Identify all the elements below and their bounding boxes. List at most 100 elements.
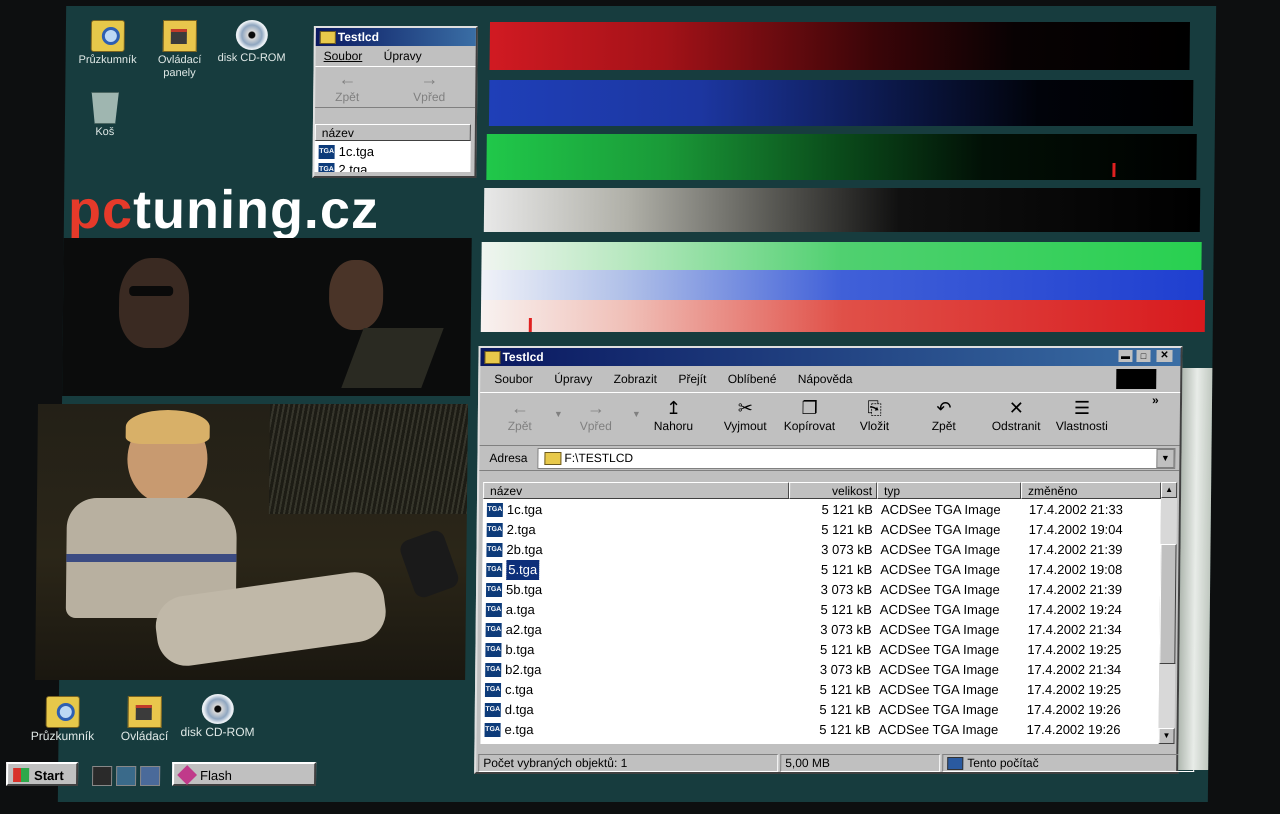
- status-size: 5,00 MB: [780, 754, 941, 772]
- delete-button[interactable]: ✕ Odstranit: [992, 397, 1041, 433]
- desktop-icon-recycle-bin[interactable]: Koš: [69, 92, 141, 139]
- scroll-thumb[interactable]: [1159, 544, 1177, 664]
- file-type: ACDSee TGA Image: [878, 682, 999, 697]
- side-strip: [1178, 368, 1213, 770]
- forward-button[interactable]: → Vpřed: [413, 68, 445, 104]
- menu-napoveda[interactable]: Nápověda: [798, 372, 853, 386]
- file-name: 2b.tga: [506, 542, 543, 557]
- list-item[interactable]: TGA 1c.tga: [315, 142, 471, 162]
- folder-icon: [544, 452, 562, 465]
- back-dropdown[interactable]: ▼: [554, 409, 563, 419]
- table-row[interactable]: TGA a2.tga 3 073 kB ACDSee TGA Image 17.4.20…: [482, 620, 1160, 640]
- tga-file-icon: TGA: [486, 563, 503, 577]
- file-modified: 17.4.2002 21:33: [1028, 502, 1123, 517]
- table-row[interactable]: TGA e.tga 5 121 kB ACDSee TGA Image 17.4.200…: [480, 720, 1158, 740]
- back-button[interactable]: ← Zpět: [508, 397, 532, 433]
- menu-soubor[interactable]: Soubor: [494, 372, 533, 386]
- list-item[interactable]: TGA 2.tga: [314, 160, 470, 172]
- desktop-icon-control-panel-bottom[interactable]: Ovládací: [104, 696, 185, 744]
- table-row[interactable]: TGA b.tga 5 121 kB ACDSee TGA Image 17.4.200…: [481, 640, 1159, 660]
- table-row[interactable]: TGA d.tga 5 121 kB ACDSee TGA Image 17.4.200…: [481, 700, 1159, 720]
- copy-button[interactable]: ❐ Kopírovat: [784, 397, 836, 433]
- file-size: 5 121 kB: [820, 602, 872, 617]
- quick-launch-icon[interactable]: [139, 766, 161, 786]
- desktop-icon-cd-rom[interactable]: disk CD-ROM: [216, 20, 288, 65]
- minimize-button[interactable]: ▬: [1118, 350, 1133, 362]
- scroll-up-icon[interactable]: ▲: [1161, 482, 1178, 498]
- explorer-icon: [45, 696, 80, 728]
- menu-upravy[interactable]: Úpravy: [554, 372, 592, 386]
- file-name: 5b.tga: [505, 582, 543, 597]
- up-button[interactable]: ↥ Nahoru: [654, 397, 694, 433]
- forward-dropdown[interactable]: ▼: [632, 409, 641, 419]
- tga-file-icon: TGA: [318, 163, 335, 172]
- table-row[interactable]: TGA 2.tga 5 121 kB ACDSee TGA Image 17.4.200…: [483, 520, 1161, 540]
- file-name: a2.tga: [505, 622, 542, 637]
- arrow-right-icon: →: [586, 398, 606, 418]
- column-header-size[interactable]: velikost: [789, 482, 878, 499]
- red-gradient-bar: [489, 22, 1191, 70]
- recycle-bin-icon: [88, 92, 122, 124]
- file-type: ACDSee TGA Image: [880, 562, 1001, 577]
- file-type: ACDSee TGA Image: [879, 642, 1000, 657]
- desktop: Průzkumník Ovládací panely disk CD-ROM K…: [5, 6, 1217, 802]
- file-list[interactable]: název velikost typ změněno TGA 1c.tga 5 12…: [480, 482, 1162, 744]
- paste-button[interactable]: ⎘ Vložit: [860, 397, 890, 433]
- table-row[interactable]: TGA a.tga 5 121 kB ACDSee TGA Image 17.4.200…: [482, 600, 1160, 620]
- small-explorer-window[interactable]: Testlcd Soubor Úpravy ← Zpět → Vpřed náz…: [312, 26, 478, 178]
- properties-button[interactable]: ☰ Vlastnosti: [1056, 397, 1108, 433]
- undo-button[interactable]: ↶ Zpět: [932, 397, 956, 433]
- forward-button[interactable]: → Vpřed: [580, 397, 612, 433]
- menu-upravy[interactable]: Úpravy: [384, 49, 422, 63]
- status-selected: Počet vybraných objektů: 1: [478, 754, 779, 772]
- table-row[interactable]: TGA 1c.tga 5 121 kB ACDSee TGA Image 17.4.20…: [483, 500, 1161, 520]
- undo-icon: ↶: [936, 398, 952, 418]
- explorer-icon: [90, 20, 126, 52]
- column-header-name[interactable]: název: [483, 482, 790, 499]
- cut-button[interactable]: ✂ Vyjmout: [724, 397, 767, 433]
- table-row[interactable]: TGA 5b.tga 3 073 kB ACDSee TGA Image 17.4.20…: [482, 580, 1160, 600]
- menu-oblibene[interactable]: Oblíbené: [728, 372, 777, 386]
- quick-launch-icon[interactable]: [115, 766, 137, 786]
- small-file-list[interactable]: název TGA 1c.tga TGA 2.tga: [314, 124, 471, 172]
- toolbar-overflow-chevron-icon[interactable]: »: [1152, 393, 1159, 407]
- taskbar-flash-button[interactable]: Flash: [171, 762, 317, 786]
- explorer-window[interactable]: Testlcd ▬ □ ✕ Soubor Úpravy Zobrazit Pře…: [474, 346, 1195, 774]
- column-header-type[interactable]: typ: [877, 482, 1022, 499]
- scroll-down-icon[interactable]: ▼: [1158, 728, 1175, 744]
- explorer-titlebar[interactable]: Testlcd ▬ □ ✕: [480, 348, 1181, 366]
- table-row[interactable]: TGA 2b.tga 3 073 kB ACDSee TGA Image 17.4.20…: [482, 540, 1160, 560]
- paste-label: Vložit: [859, 419, 890, 433]
- chevron-down-icon[interactable]: ▼: [1156, 449, 1175, 468]
- red-marker: [528, 318, 532, 332]
- address-bar: Adresa F:\TESTLCD ▼: [479, 446, 1180, 471]
- file-modified: 17.4.2002 19:25: [1027, 642, 1122, 657]
- menu-zobrazit[interactable]: Zobrazit: [614, 372, 658, 386]
- desktop-icon-explorer-bottom[interactable]: Průzkumník: [22, 696, 103, 744]
- start-button[interactable]: Start: [5, 762, 79, 786]
- blue-gradient-bar: [488, 80, 1194, 126]
- copy-icon: ❐: [801, 398, 818, 418]
- maximize-button[interactable]: □: [1136, 350, 1151, 362]
- table-row[interactable]: TGA 5.tga 5 121 kB ACDSee TGA Image 17.4.200…: [482, 559, 1160, 581]
- tga-file-icon: TGA: [318, 145, 335, 159]
- address-input[interactable]: F:\TESTLCD ▼: [537, 448, 1176, 469]
- small-window-titlebar[interactable]: Testlcd: [315, 28, 476, 46]
- column-header-modified[interactable]: změněno: [1021, 482, 1162, 499]
- windows-logo-icon: [13, 768, 30, 782]
- vertical-scrollbar[interactable]: ▲ ▼: [1158, 482, 1178, 744]
- menu-soubor[interactable]: Soubor: [324, 49, 363, 63]
- desktop-icon-control-panel[interactable]: Ovládací panely: [143, 20, 216, 80]
- cd-rom-icon: [201, 694, 234, 724]
- desktop-icon-cd-rom-bottom[interactable]: disk CD-ROM: [174, 694, 260, 740]
- table-row[interactable]: TGA b2.tga 3 073 kB ACDSee TGA Image 17.4.20…: [481, 660, 1159, 680]
- table-row[interactable]: TGA c.tga 5 121 kB ACDSee TGA Image 17.4.200…: [481, 680, 1159, 700]
- back-button[interactable]: ← Zpět: [335, 68, 359, 104]
- quick-launch-icon[interactable]: [91, 766, 113, 786]
- desktop-icon-explorer[interactable]: Průzkumník: [72, 20, 144, 67]
- close-button[interactable]: ✕: [1156, 350, 1173, 362]
- dark-photo: [62, 238, 472, 396]
- column-header-name[interactable]: název: [314, 124, 471, 141]
- explorer-toolbar: ← Zpět ▼ → Vpřed ▼ ↥ Nahoru ✂ Vyjmout ❐ Kopír…: [479, 392, 1181, 446]
- menu-prejit[interactable]: Přejít: [678, 372, 706, 386]
